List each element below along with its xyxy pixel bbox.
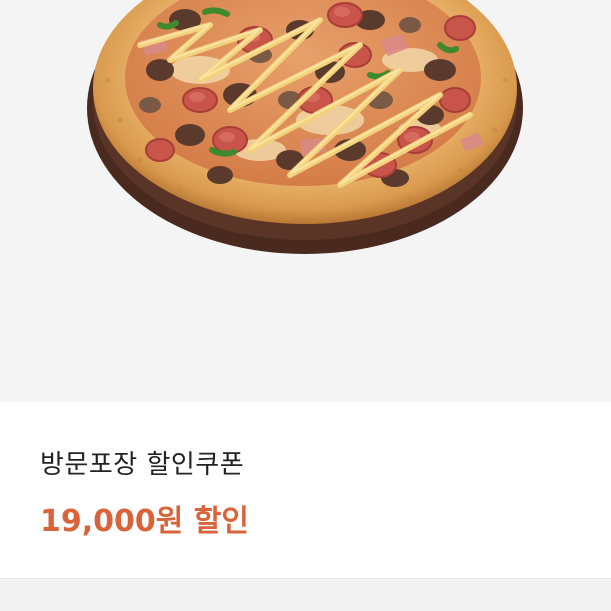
bottom-divider [0,578,611,611]
coupon-title: 방문포장 할인쿠폰 [40,450,245,480]
pizza-image [87,0,523,254]
coupon-page: 방문포장 할인쿠폰 19,000원 할인 [0,0,611,611]
discount-amount: 19,000원 할인 [40,504,250,539]
product-image-area [0,0,611,402]
coupon-info-card[interactable]: 방문포장 할인쿠폰 19,000원 할인 [0,402,611,578]
